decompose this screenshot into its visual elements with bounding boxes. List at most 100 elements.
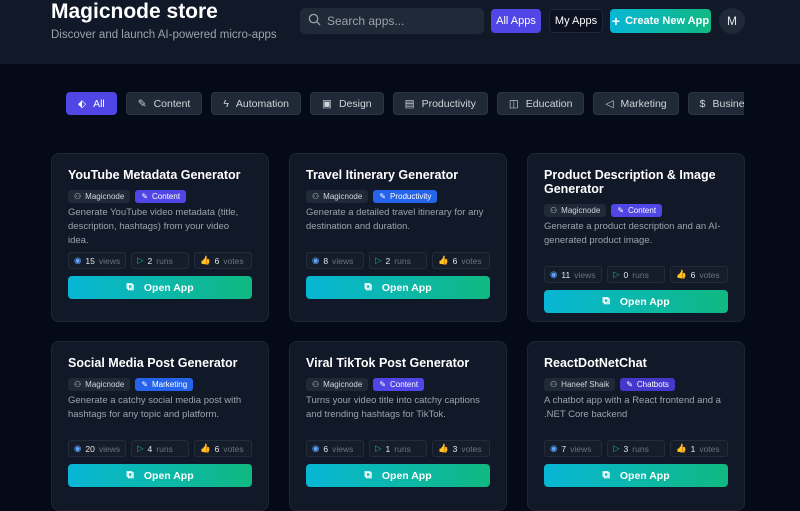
category-icon: ✎ <box>141 192 149 201</box>
votes-stat[interactable]: 👍 6 votes <box>432 252 490 269</box>
external-link-icon: ⧉ <box>602 469 610 481</box>
runs-count: 0 <box>623 269 629 280</box>
app-card: Travel Itinerary Generator ⚇ Magicnode ✎ P… <box>289 153 507 322</box>
chip-label: Content <box>153 97 191 110</box>
views-count: 20 <box>85 443 95 454</box>
runs-stat: ▷ 0 runs <box>607 266 665 283</box>
play-icon: ▷ <box>375 443 382 453</box>
eye-icon: ◉ <box>312 443 320 453</box>
user-icon: ⚇ <box>312 380 320 389</box>
category-icon: ✎ <box>617 206 625 215</box>
category-chip-content[interactable]: ✎ Content <box>125 92 203 115</box>
author-badge: ⚇ Magicnode <box>68 378 131 391</box>
open-app-label: Open App <box>143 469 194 482</box>
play-icon: ▷ <box>375 255 382 265</box>
views-count: 8 <box>323 255 329 266</box>
category-chip-design[interactable]: ▣ Design <box>310 92 384 115</box>
votes-count: 1 <box>690 443 696 454</box>
plus-icon: + <box>611 13 621 29</box>
category-filter-bar: ⬖ All ✎ Content ϟ Automation ▣ Design ▤ Productiv… <box>66 92 744 115</box>
open-app-button[interactable]: ⧉ Open App <box>68 276 252 299</box>
runs-count: 3 <box>623 443 629 454</box>
app-card: ReactDotNetChat ⚇ Haneef Shaik ✎ Chatbots … <box>527 341 745 511</box>
runs-stat: ▷ 2 runs <box>131 252 189 269</box>
header: Magicnode store Discover and launch AI-p… <box>0 0 800 64</box>
views-stat: ◉ 15 views <box>68 252 126 269</box>
category-icon: ✎ <box>379 380 387 389</box>
app-description: Generate a detailed travel itinerary for… <box>306 207 484 232</box>
app-description: Turns your video title into catchy capti… <box>306 395 480 420</box>
category-chip-all[interactable]: ⬖ All <box>66 92 117 115</box>
votes-stat[interactable]: 👍 6 votes <box>194 440 252 457</box>
author-badge: ⚇ Haneef Shaik <box>544 378 616 391</box>
category-chip-education[interactable]: ◫ Education <box>496 92 585 115</box>
open-app-button[interactable]: ⧉ Open App <box>544 464 728 487</box>
app-description: Generate a catchy social media post with… <box>68 395 242 420</box>
views-stat: ◉ 8 views <box>306 252 364 269</box>
votes-count: 6 <box>690 269 696 280</box>
votes-count: 6 <box>214 443 220 454</box>
create-new-app-button[interactable]: + Create New App <box>610 9 711 33</box>
app-description: Generate a product description and an AI… <box>544 221 721 246</box>
search-input[interactable] <box>327 14 477 28</box>
author-name: Magicnode <box>323 380 363 389</box>
image-icon: ▣ <box>322 97 332 110</box>
pen-icon: ✎ <box>137 97 147 110</box>
app-title: Social Media Post Generator <box>68 356 238 370</box>
author-name: Magicnode <box>561 206 601 215</box>
open-app-button[interactable]: ⧉ Open App <box>306 464 490 487</box>
chip-label: Business <box>712 97 745 110</box>
category-chip-automation[interactable]: ϟ Automation <box>211 92 302 115</box>
views-stat: ◉ 20 views <box>68 440 126 457</box>
open-app-button[interactable]: ⧉ Open App <box>544 290 728 313</box>
user-icon: ⚇ <box>550 380 558 389</box>
votes-stat[interactable]: 👍 6 votes <box>194 252 252 269</box>
runs-label: runs <box>394 443 411 454</box>
category-badge: ✎ Content <box>611 204 663 217</box>
search-box[interactable] <box>300 8 484 34</box>
open-app-button[interactable]: ⧉ Open App <box>68 464 252 487</box>
my-apps-button[interactable]: My Apps <box>549 9 603 33</box>
runs-label: runs <box>632 443 649 454</box>
user-icon: ⚇ <box>74 380 82 389</box>
category-name: Content <box>152 192 181 201</box>
search-icon <box>308 13 321 29</box>
thumbs-up-icon: 👍 <box>200 443 211 453</box>
app-card: Product Description & Image Generator ⚇ M… <box>527 153 745 322</box>
views-label: views <box>332 443 354 454</box>
play-icon: ▷ <box>137 255 144 265</box>
create-label: Create New App <box>625 15 710 27</box>
category-name: Content <box>390 380 419 389</box>
category-chip-marketing[interactable]: ◁ Marketing <box>593 92 679 115</box>
votes-stat[interactable]: 👍 1 votes <box>670 440 728 457</box>
votes-stat[interactable]: 👍 6 votes <box>670 266 728 283</box>
app-title: Travel Itinerary Generator <box>306 168 459 182</box>
category-name: Marketing <box>152 380 188 389</box>
chip-label: Education <box>525 97 573 110</box>
all-apps-button[interactable]: All Apps <box>491 9 541 33</box>
runs-stat: ▷ 2 runs <box>369 252 427 269</box>
category-icon: ✎ <box>626 380 633 389</box>
votes-label: votes <box>223 255 244 266</box>
views-label: views <box>574 269 596 280</box>
votes-count: 3 <box>452 443 458 454</box>
author-name: Haneef Shaik <box>561 380 610 389</box>
bolt-icon: ϟ <box>223 97 229 110</box>
runs-stat: ▷ 4 runs <box>131 440 189 457</box>
avatar[interactable]: M <box>719 8 745 34</box>
votes-stat[interactable]: 👍 3 votes <box>432 440 490 457</box>
eye-icon: ◉ <box>550 269 558 279</box>
category-chip-productivity[interactable]: ▤ Productivity <box>392 92 488 115</box>
author-badge: ⚇ Magicnode <box>544 204 607 217</box>
user-icon: ⚇ <box>550 206 558 215</box>
page-title: Magicnode store <box>51 0 218 23</box>
thumbs-up-icon: 👍 <box>676 269 687 279</box>
book-icon: ◫ <box>508 97 519 110</box>
runs-count: 1 <box>385 443 391 454</box>
runs-count: 4 <box>147 443 153 454</box>
app-description: A chatbot app with a React frontend and … <box>544 395 721 420</box>
category-chip-business[interactable]: $ Business <box>687 92 745 115</box>
megaphone-icon: ◁ <box>605 97 614 110</box>
external-link-icon: ⧉ <box>602 295 610 307</box>
open-app-button[interactable]: ⧉ Open App <box>306 276 490 299</box>
